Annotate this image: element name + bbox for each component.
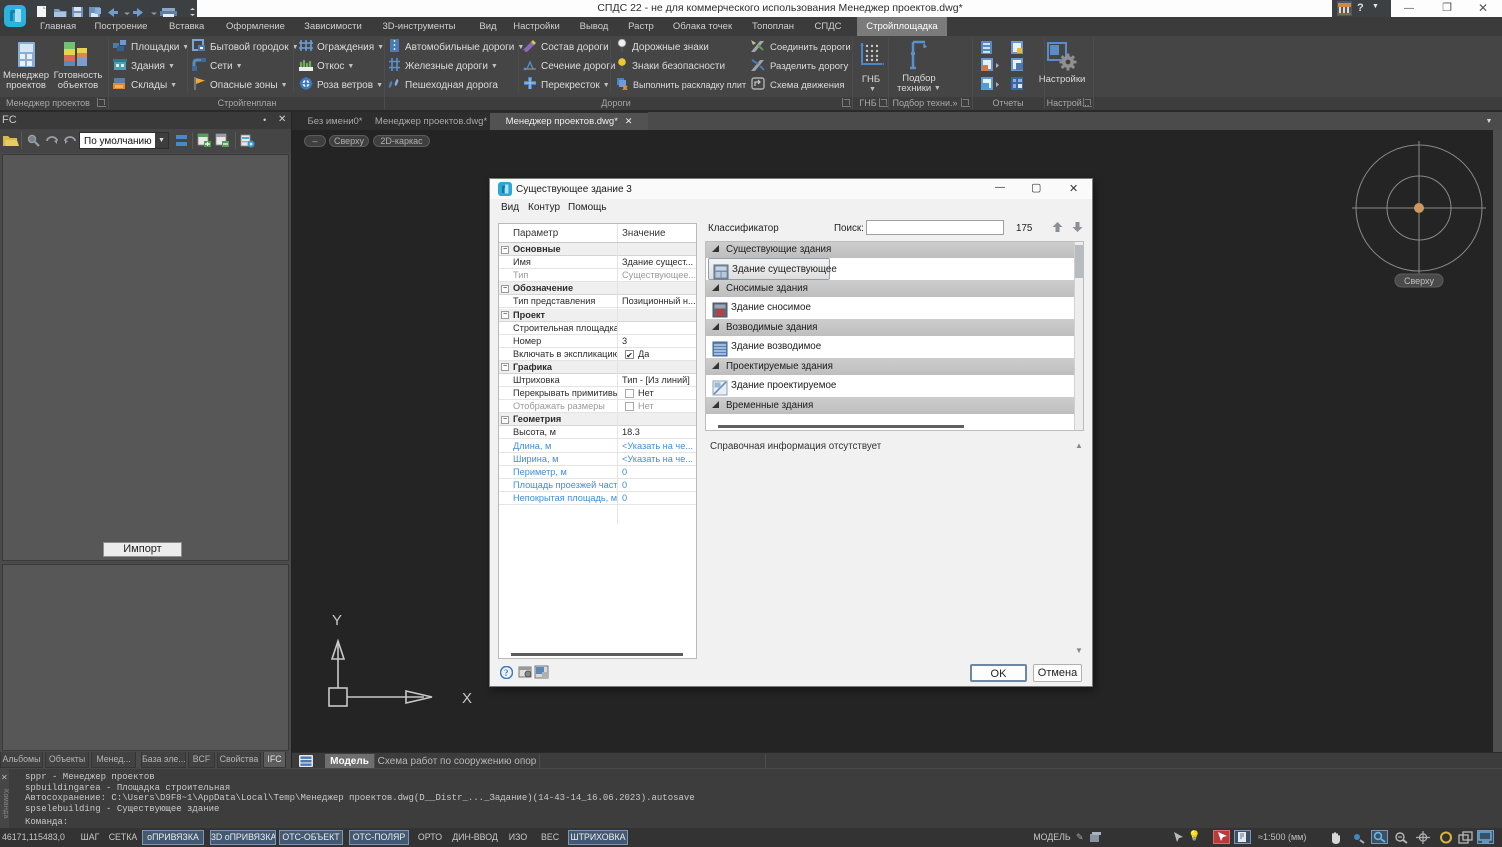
svg-text:?: ? — [504, 668, 509, 678]
svg-text:Сверху: Сверху — [1404, 276, 1435, 286]
svg-text:X: X — [462, 690, 472, 707]
svg-text:Y: Y — [332, 612, 342, 629]
